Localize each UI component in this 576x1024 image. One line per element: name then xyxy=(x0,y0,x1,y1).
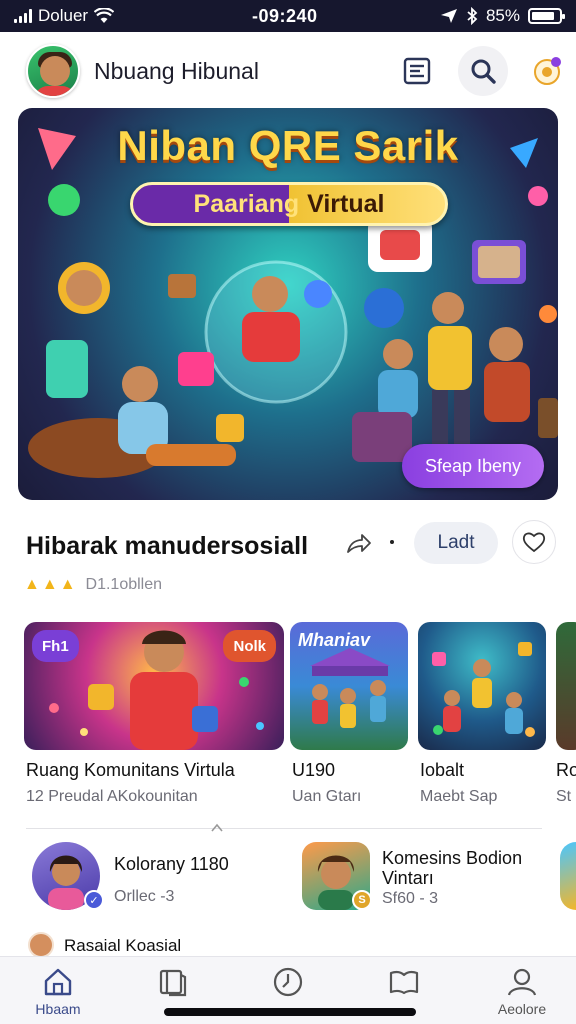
avatar-face xyxy=(40,56,70,86)
hero-subtitle-pill: Paariang Virtual xyxy=(130,182,448,226)
nav-profile[interactable]: Aeolore xyxy=(474,957,570,1024)
community-sub: Orllec -3 xyxy=(114,888,175,905)
share-button[interactable] xyxy=(340,526,376,562)
location-icon xyxy=(440,9,457,23)
hero-title: Niban QRE Sarik xyxy=(117,122,459,169)
search-button[interactable] xyxy=(458,46,508,96)
card-badge-left: Fh1 xyxy=(32,630,79,662)
section-divider xyxy=(26,828,542,829)
hero-banner[interactable]: Niban QRE Sarik Paariang Virtual Sfeap I… xyxy=(18,108,558,500)
card-subtitle: St xyxy=(556,788,572,805)
community-card[interactable] xyxy=(556,622,576,750)
search-icon xyxy=(471,59,496,84)
verified-badge: ✓ xyxy=(84,890,104,910)
card-subtitle: 12 Preudal AKokounitan xyxy=(26,788,198,805)
card-title: Ro xyxy=(556,760,576,780)
notification-button[interactable] xyxy=(522,46,572,96)
notification-icon xyxy=(534,57,561,85)
community-card[interactable]: Mhaniav xyxy=(290,622,408,750)
community-name: Kolorany 1180 xyxy=(114,854,229,874)
community-badge: S xyxy=(352,890,372,910)
home-icon xyxy=(44,968,72,996)
wifi-icon xyxy=(94,8,115,23)
share-icon xyxy=(347,534,371,553)
nav-home-label: Hbaam xyxy=(35,1001,81,1017)
home-indicator[interactable] xyxy=(164,1008,416,1016)
card-title: Iobalt xyxy=(420,760,465,780)
community-title: Hibarak manudersosiall xyxy=(26,532,309,560)
favorite-button[interactable] xyxy=(512,520,556,564)
community-name: Komesins Bodion Vintarı xyxy=(382,848,523,888)
chevron-up-icon[interactable] xyxy=(209,820,225,836)
status-bar: Doluer -09:240 85% xyxy=(0,0,576,32)
card-subtitle: Uan Gtarı xyxy=(292,788,362,805)
hero-subtitle-left: Paariang xyxy=(193,189,300,218)
app-header: Nbuang Hibunal xyxy=(0,32,576,108)
join-button[interactable]: Ladt xyxy=(414,522,498,564)
card-badge-right: Nolk xyxy=(223,630,276,662)
rating-text: D1.1obllen xyxy=(85,576,163,593)
avatar-shirt xyxy=(34,86,76,96)
app-title: Nbuang Hibunal xyxy=(94,58,259,84)
section-avatar xyxy=(28,932,54,958)
battery-icon xyxy=(528,8,565,24)
card-title: Ruang Komunitans Virtula xyxy=(26,760,235,780)
status-time: -09:240 xyxy=(252,6,318,26)
thumbs-up-icon: ▲ xyxy=(24,576,40,593)
card-title: U190 xyxy=(292,760,336,780)
battery-fill xyxy=(532,12,554,20)
community-sub: Sf60 - 3 xyxy=(382,890,439,907)
section-title: Rasaial Koasial xyxy=(64,936,182,955)
community-card[interactable] xyxy=(418,622,546,750)
community-avatar-partial[interactable] xyxy=(560,842,576,910)
profile-avatar[interactable] xyxy=(26,44,80,98)
nav-home[interactable]: Hbaam xyxy=(10,957,106,1024)
reader-icon xyxy=(389,970,419,995)
heart-icon xyxy=(522,532,546,553)
card-image xyxy=(432,642,535,737)
profile-icon xyxy=(507,968,537,996)
signal-icon xyxy=(14,9,32,23)
book-open-icon xyxy=(159,969,187,997)
hero-subtitle-right: Virtual xyxy=(307,189,385,218)
clock-icon xyxy=(273,967,303,997)
status-right: 85% xyxy=(440,6,565,26)
list-button[interactable] xyxy=(392,46,442,96)
rating-row: ▲ ▲ ▲ D1.1obllen xyxy=(24,576,162,594)
status-left: Doluer xyxy=(14,6,115,26)
dot-separator xyxy=(390,540,394,544)
hero-cta-button[interactable]: Sfeap Ibeny xyxy=(402,444,544,488)
card-overlay-title: Mhaniav xyxy=(298,630,371,650)
list-icon xyxy=(403,57,431,85)
nav-profile-label: Aeolore xyxy=(497,1001,547,1017)
thumbs-up-icon: ▲ xyxy=(59,576,76,593)
carrier-label: Doluer xyxy=(38,6,89,25)
thumbs-up-icon: ▲ xyxy=(41,576,58,593)
card-subtitle: Maebt Sap xyxy=(420,788,498,805)
bluetooth-icon xyxy=(467,7,478,25)
community-card[interactable]: Fh1 Nolk xyxy=(24,622,284,750)
battery-percent: 85% xyxy=(485,6,520,25)
